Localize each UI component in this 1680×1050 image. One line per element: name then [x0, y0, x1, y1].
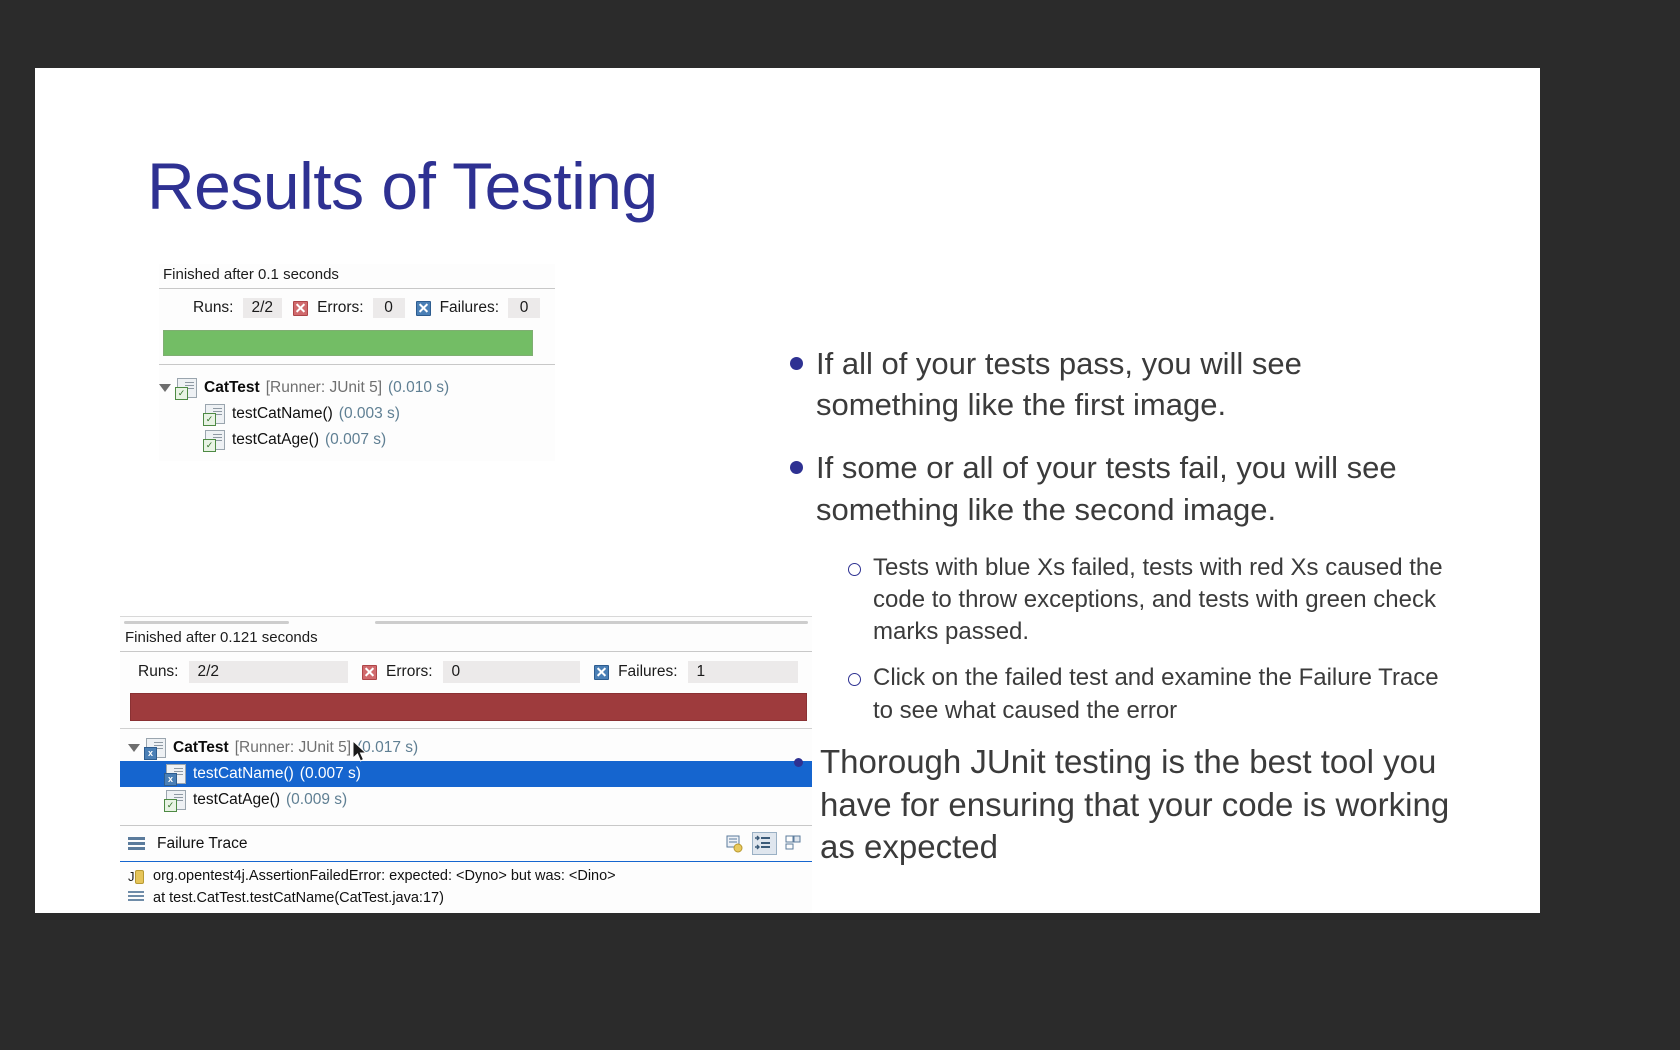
- tree-row-testcatname-name: testCatName(): [193, 765, 294, 782]
- bullet-dot-icon: [794, 757, 803, 767]
- bullet-item-1-text: If all of your tests pass, you will see …: [816, 346, 1302, 423]
- tree-row-cattest-time: (0.010 s): [388, 379, 450, 396]
- failure-trace-header: Failure Trace: [120, 825, 812, 862]
- tree-row-cattest-name: CatTest: [204, 379, 260, 396]
- tree-row-testcatname-time: (0.003 s): [338, 405, 400, 422]
- bullet-ring-icon: [848, 562, 861, 576]
- tree-row-testcatname[interactable]: ✓ testCatName() (0.003 s): [159, 401, 555, 427]
- chevron-down-icon[interactable]: [159, 384, 171, 392]
- junit-pass-failures-value: 0: [508, 298, 540, 318]
- failure-trace-line-text: at test.CatTest.testCatName(CatTest.java…: [153, 890, 444, 906]
- blue-x-icon: [415, 300, 431, 316]
- test-class-fail-icon: x: [144, 738, 166, 760]
- red-x-icon: [362, 664, 378, 680]
- failure-trace-line[interactable]: at test.CatTest.testCatName(CatTest.java…: [120, 887, 812, 909]
- junit-fail-runs-value: 2/2: [188, 661, 349, 683]
- filter-stack-trace-icon[interactable]: [752, 832, 777, 855]
- screen-root: Results of Testing Finished after 0.1 se…: [0, 0, 1680, 1050]
- failure-trace-title: Failure Trace: [157, 834, 248, 852]
- red-x-icon: [293, 300, 309, 316]
- failure-trace-icon: [128, 837, 145, 850]
- tree-row-cattest-time: (0.017 s): [357, 739, 419, 756]
- slide-canvas: Results of Testing Finished after 0.1 se…: [35, 68, 1540, 913]
- junit-results-panel-fail: Finished after 0.121 seconds Runs: 2/2 E…: [120, 616, 812, 913]
- blue-x-icon: [594, 664, 610, 680]
- tree-row-testcatage-name: testCatAge(): [232, 431, 320, 448]
- test-class-pass-icon: ✓: [175, 378, 197, 400]
- sub-bullet-item-2-text: Click on the failed test and examine the…: [873, 664, 1439, 724]
- test-method-pass-icon: ✓: [203, 430, 225, 452]
- sub-bullet-item-1: Tests with blue Xs failed, tests with re…: [848, 552, 1450, 648]
- test-method-fail-icon: x: [164, 764, 186, 786]
- tree-row-cattest-name: CatTest: [173, 739, 229, 756]
- junit-pass-runs-value: 2/2: [242, 298, 283, 318]
- junit-pass-runs-label: Runs:: [193, 299, 234, 316]
- tree-row-testcatage[interactable]: ✓ testCatAge() (0.009 s): [120, 787, 812, 813]
- junit-pass-progress-bar: [163, 330, 533, 356]
- junit-pass-errors-label: Errors:: [317, 299, 364, 316]
- junit-fail-test-tree: x CatTest [Runner: JUnit 5] (0.017 s) x …: [120, 728, 812, 813]
- splitter-handle-right[interactable]: [375, 621, 808, 624]
- junit-fail-finished-label: Finished after 0.121 seconds: [120, 628, 812, 652]
- bullet-item-1: If all of your tests pass, you will see …: [790, 343, 1450, 425]
- junit-pass-progress-wrap: [159, 326, 555, 365]
- tree-row-cattest[interactable]: x CatTest [Runner: JUnit 5] (0.017 s): [120, 735, 812, 761]
- sub-bullet-item-2: Click on the failed test and examine the…: [848, 662, 1450, 726]
- tree-row-cattest-runner: [Runner: JUnit 5]: [234, 739, 352, 756]
- test-method-pass-icon: ✓: [164, 790, 186, 812]
- junit-fail-counts-row: Runs: 2/2 Errors: 0 Failures: 1: [120, 652, 812, 690]
- stack-frame-icon: [128, 891, 144, 905]
- tree-row-cattest[interactable]: ✓ CatTest [Runner: JUnit 5] (0.010 s): [159, 375, 555, 401]
- junit-fail-failures-label: Failures:: [618, 663, 678, 680]
- splitter-handle-left[interactable]: [124, 621, 289, 624]
- bullet-item-2: If some or all of your tests fail, you w…: [790, 447, 1450, 529]
- exception-icon: J: [128, 869, 144, 884]
- failure-trace-line-text: org.opentest4j.AssertionFailedError: exp…: [153, 868, 616, 884]
- junit-pass-finished-label: Finished after 0.1 seconds: [159, 264, 555, 289]
- tree-row-testcatage[interactable]: ✓ testCatAge() (0.007 s): [159, 427, 555, 453]
- failure-trace-lines: J org.opentest4j.AssertionFailedError: e…: [120, 862, 812, 913]
- junit-fail-progress-bar: [130, 693, 807, 721]
- compare-result-icon[interactable]: [723, 833, 746, 854]
- failure-trace-line[interactable]: J org.opentest4j.AssertionFailedError: e…: [120, 865, 812, 887]
- page-title: Results of Testing: [147, 149, 658, 223]
- junit-results-panel-pass: Finished after 0.1 seconds Runs: 2/2 Err…: [159, 264, 555, 461]
- junit-fail-runs-label: Runs:: [138, 663, 179, 680]
- junit-pass-errors-value: 0: [372, 298, 405, 318]
- panel-splitter[interactable]: [120, 617, 812, 628]
- bullet-item-3: Thorough JUnit testing is the best tool …: [790, 741, 1450, 870]
- bullet-item-2-text: If some or all of your tests fail, you w…: [816, 450, 1397, 527]
- bullet-ring-icon: [848, 673, 861, 687]
- junit-pass-test-tree: ✓ CatTest [Runner: JUnit 5] (0.010 s) ✓ …: [159, 365, 555, 461]
- tree-row-cattest-runner: [Runner: JUnit 5]: [265, 379, 383, 396]
- chevron-down-icon[interactable]: [128, 744, 140, 752]
- junit-pass-failures-label: Failures:: [439, 299, 499, 316]
- junit-pass-counts-row: Runs: 2/2 Errors: 0 Failures: 0: [159, 289, 555, 326]
- junit-fail-errors-value: 0: [442, 661, 581, 683]
- tree-row-testcatname-time: (0.007 s): [299, 765, 361, 782]
- bullet-item-3-text: Thorough JUnit testing is the best tool …: [820, 742, 1450, 866]
- tree-row-testcatage-name: testCatAge(): [193, 791, 281, 808]
- junit-fail-errors-label: Errors:: [386, 663, 433, 680]
- bullet-list: If all of your tests pass, you will see …: [790, 343, 1450, 869]
- tree-row-testcatage-time: (0.007 s): [325, 431, 387, 448]
- bullet-dot-icon: [790, 461, 803, 475]
- failure-trace-line[interactable]: at java.base/java.util.ArrayList.forEach…: [120, 909, 812, 913]
- sub-bullet-item-1-text: Tests with blue Xs failed, tests with re…: [873, 553, 1443, 646]
- bullet-dot-icon: [790, 357, 803, 370]
- failure-trace-line-text: at java.base/java.util.ArrayList.forEach…: [153, 912, 533, 913]
- test-method-pass-icon: ✓: [203, 404, 225, 426]
- tree-row-testcatname-name: testCatName(): [232, 405, 333, 422]
- tree-row-testcatage-time: (0.009 s): [286, 791, 348, 808]
- junit-fail-failures-value: 1: [687, 661, 798, 683]
- tree-row-testcatname-selected[interactable]: x testCatName() (0.007 s): [120, 761, 812, 787]
